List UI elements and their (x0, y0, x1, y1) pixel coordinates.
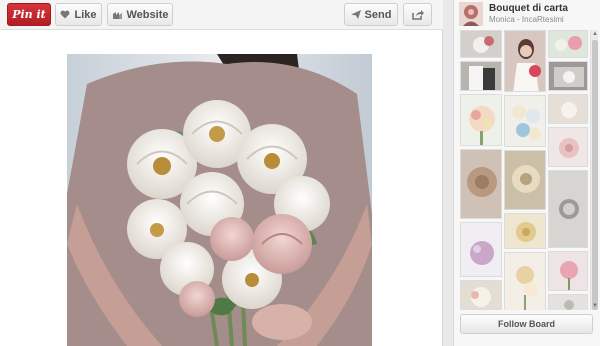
board-thumbnail[interactable] (460, 149, 502, 219)
heart-icon (60, 10, 70, 19)
board-panel: Bouquet di carta Monica - IncaRtesimi ▲ … (453, 0, 600, 346)
like-label: Like (74, 8, 97, 21)
send-label: Send (364, 8, 392, 21)
send-button[interactable]: Send (344, 3, 398, 26)
board-thumbnail[interactable] (504, 30, 546, 92)
website-label: Website (126, 8, 169, 21)
board-thumbnail[interactable] (460, 94, 502, 146)
board-thumbnail-grid (460, 30, 588, 310)
board-owner[interactable]: Monica - IncaRtesimi (489, 15, 564, 24)
share-icon (411, 9, 424, 20)
board-thumbnail[interactable] (548, 127, 588, 167)
board-thumbnail[interactable] (548, 30, 588, 58)
pin-it-button[interactable]: Pin it (7, 3, 51, 26)
pin-image[interactable] (67, 54, 372, 346)
like-button[interactable]: Like (55, 3, 102, 26)
board-header[interactable]: Bouquet di carta Monica - IncaRtesimi (454, 0, 600, 28)
website-button[interactable]: Website (107, 3, 173, 26)
send-icon (350, 10, 361, 19)
board-thumbnail[interactable] (460, 30, 502, 58)
board-thumbnail[interactable] (460, 280, 502, 310)
board-thumbnail[interactable] (548, 170, 588, 248)
board-title[interactable]: Bouquet di carta (489, 3, 568, 14)
follow-board-button[interactable]: Follow Board (460, 314, 593, 334)
bouquet-illustration (67, 54, 372, 346)
board-thumbnail[interactable] (504, 95, 546, 147)
pin-it-label: Pin it (12, 8, 46, 21)
scroll-down-icon[interactable]: ▼ (591, 302, 599, 310)
pin-panel: Pin it Like Website Send (0, 0, 443, 346)
board-thumbnail[interactable] (548, 94, 588, 124)
scrollbar-thumb[interactable] (592, 40, 598, 310)
board-thumbnail[interactable] (504, 252, 546, 310)
board-thumbnail[interactable] (548, 294, 588, 310)
board-thumbnail[interactable] (460, 61, 502, 91)
board-avatar[interactable] (459, 2, 483, 26)
share-button[interactable] (403, 3, 432, 26)
board-thumbnail[interactable] (504, 150, 546, 210)
website-icon (112, 10, 123, 20)
board-thumbnail[interactable] (504, 213, 546, 249)
board-thumbnail[interactable] (548, 61, 588, 91)
board-thumbnail[interactable] (460, 222, 502, 277)
scroll-up-icon[interactable]: ▲ (591, 30, 599, 38)
board-scrollbar[interactable]: ▲ ▼ (590, 30, 598, 310)
board-thumbnail[interactable] (548, 251, 588, 291)
pin-toolbar: Pin it Like Website Send (0, 0, 443, 30)
